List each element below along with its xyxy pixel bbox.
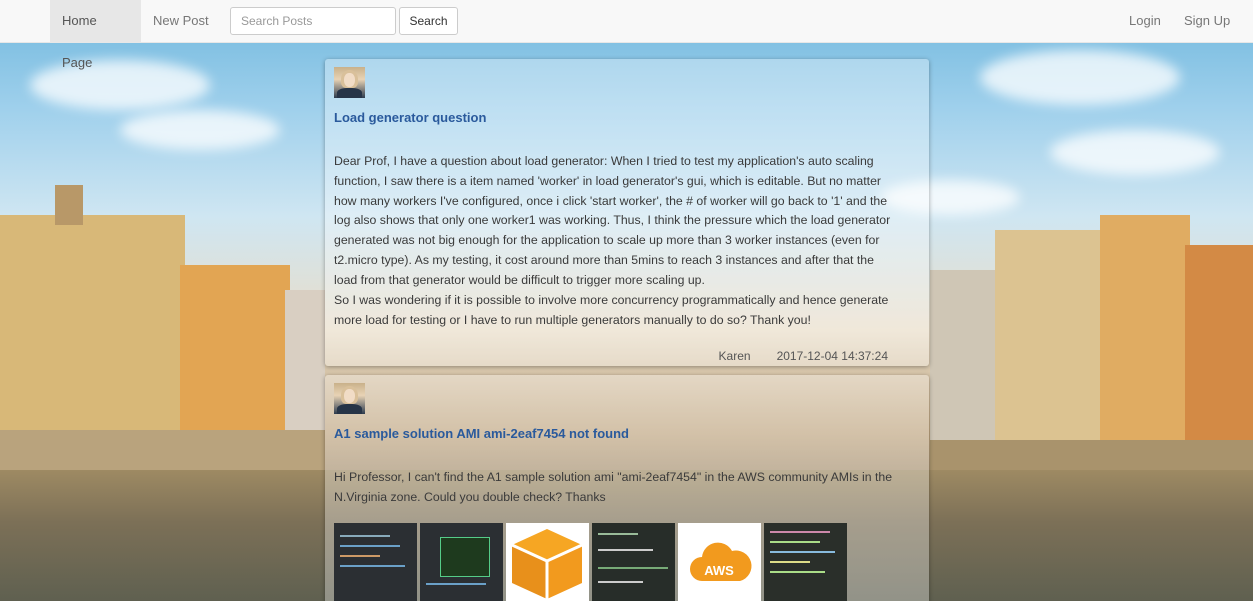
post-title[interactable]: Load generator question (334, 110, 486, 125)
search-button[interactable]: Search (399, 7, 458, 35)
post-author: Karen (718, 349, 751, 363)
post-card: Load generator question Dear Prof, I hav… (325, 59, 929, 366)
avatar[interactable] (334, 67, 365, 98)
post-timestamp: 2017-12-04 14:37:24 (776, 349, 888, 363)
avatar[interactable] (334, 383, 365, 414)
aws-cloud-icon: AWS (690, 542, 752, 581)
post-body-continued: So I was wondering if it is possible to … (334, 293, 889, 327)
attachment-thumbnail[interactable] (592, 523, 675, 601)
attachment-thumbnail[interactable]: AWS (678, 523, 761, 601)
post-title[interactable]: A1 sample solution AMI ami-2eaf7454 not … (334, 426, 629, 441)
svg-text:AWS: AWS (704, 563, 734, 578)
search-input[interactable] (230, 7, 396, 35)
post-body: Dear Prof, I have a question about load … (334, 154, 891, 287)
nav-new-post-link[interactable]: New Post (141, 0, 221, 42)
post-meta: Karen 2017-12-04 14:37:24 (719, 349, 888, 363)
attachment-thumbnail[interactable] (420, 523, 503, 601)
attachment-thumbnail[interactable] (506, 523, 589, 601)
nav-home-link[interactable]: Home Page (50, 0, 141, 70)
signup-link[interactable]: Sign Up (1172, 0, 1242, 42)
top-navbar: Home Page New Post Search Login Sign Up (0, 0, 1253, 70)
post-body: Hi Professor, I can't find the A1 sample… (334, 470, 893, 504)
attachment-thumbnail[interactable] (764, 523, 847, 601)
box-icon (511, 529, 583, 599)
login-link[interactable]: Login (1117, 0, 1173, 42)
attachment-thumbnail[interactable] (334, 523, 417, 601)
post-card: A1 sample solution AMI ami-2eaf7454 not … (325, 375, 929, 601)
